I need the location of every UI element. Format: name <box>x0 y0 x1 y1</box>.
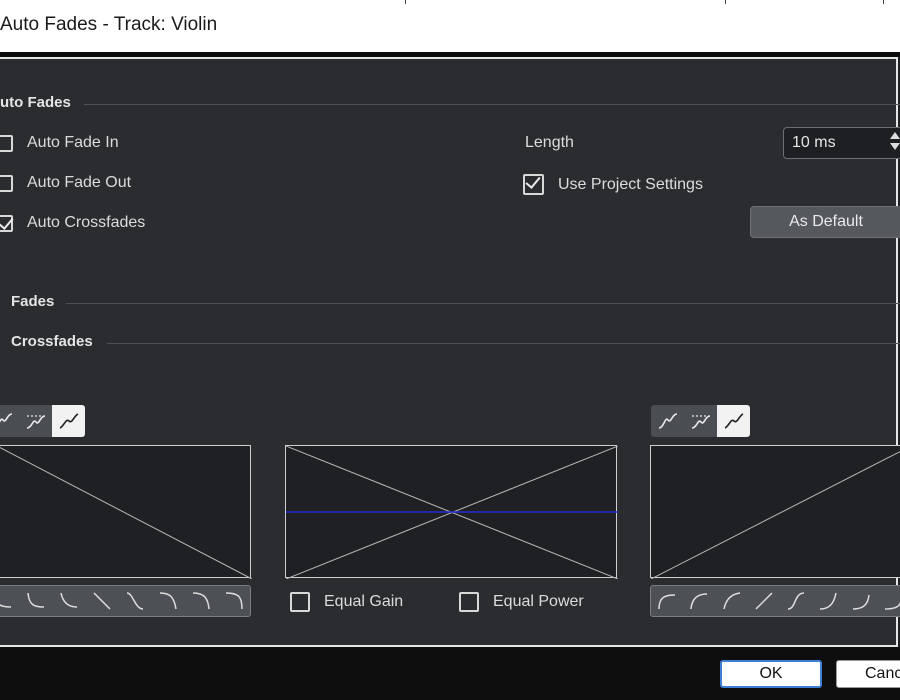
auto-fade-out-option[interactable]: Auto Fade Out <box>0 174 131 192</box>
crossfades-heading[interactable]: Crossfades <box>11 333 93 350</box>
auto-fade-out-checkbox[interactable] <box>0 174 13 192</box>
auto-crossfades-checkbox[interactable] <box>0 214 13 232</box>
ok-button[interactable]: OK <box>720 660 822 688</box>
damped-spline-icon[interactable] <box>684 405 717 437</box>
use-project-settings-label: Use Project Settings <box>558 175 703 193</box>
auto-fades-heading: uto Fades <box>0 94 71 111</box>
curve-preset-icon[interactable] <box>151 586 184 616</box>
curve-preset-icon[interactable] <box>184 586 217 616</box>
curve-preset-icon[interactable] <box>20 586 53 616</box>
curve-preset-icon[interactable] <box>812 586 844 616</box>
curve-preset-icon[interactable] <box>86 586 119 616</box>
section-divider <box>107 343 900 344</box>
fade-out-curve-type-toggle[interactable] <box>651 405 750 437</box>
cancel-button[interactable]: Canc <box>836 660 900 688</box>
auto-crossfades-option[interactable]: Auto Crossfades <box>0 214 145 232</box>
fade-in-presets[interactable] <box>0 585 251 617</box>
fade-in-curve-graph[interactable] <box>0 445 252 579</box>
use-project-settings-option[interactable]: Use Project Settings <box>523 174 703 195</box>
equal-power-option[interactable]: Equal Power <box>459 592 584 612</box>
auto-crossfades-label: Auto Crossfades <box>27 214 146 231</box>
linear-curve-icon[interactable] <box>52 405 85 437</box>
curve-preset-icon[interactable] <box>780 586 812 616</box>
window-title: Auto Fades - Track: Violin <box>0 14 218 35</box>
curve-preset-icon[interactable] <box>119 586 152 616</box>
equal-power-label: Equal Power <box>493 593 584 610</box>
auto-fade-in-checkbox[interactable] <box>0 134 13 152</box>
curve-preset-icon[interactable] <box>748 586 780 616</box>
fade-out-curve-graph[interactable] <box>650 445 900 579</box>
curve-preset-icon[interactable] <box>0 586 20 616</box>
title-divider <box>725 0 726 4</box>
curve-preset-icon[interactable] <box>877 586 900 616</box>
equal-gain-label: Equal Gain <box>324 593 404 610</box>
damped-spline-icon[interactable] <box>19 405 52 437</box>
curve-preset-icon[interactable] <box>683 586 715 616</box>
equal-gain-option[interactable]: Equal Gain <box>290 592 403 612</box>
length-spinbox[interactable]: 10 ms <box>783 127 900 159</box>
curve-preset-icon[interactable] <box>53 586 86 616</box>
use-project-settings-checkbox[interactable] <box>523 174 544 195</box>
title-divider <box>883 0 884 4</box>
as-default-button[interactable]: As Default <box>750 206 900 238</box>
auto-fade-in-option[interactable]: Auto Fade In <box>0 134 119 152</box>
spin-arrows-icon[interactable] <box>890 132 900 154</box>
curve-preset-icon[interactable] <box>845 586 877 616</box>
curve-preset-icon[interactable] <box>651 586 683 616</box>
length-label: Length <box>525 134 574 151</box>
fades-heading[interactable]: Fades <box>11 293 54 310</box>
curve-preset-icon[interactable] <box>716 586 748 616</box>
title-bar: Auto Fades - Track: Violin <box>0 0 900 52</box>
linear-curve-icon[interactable] <box>717 405 750 437</box>
equal-gain-checkbox[interactable] <box>290 592 310 612</box>
length-value: 10 ms <box>792 134 836 151</box>
auto-fade-out-label: Auto Fade Out <box>27 174 132 191</box>
section-divider <box>66 303 900 304</box>
crossfade-curve-graph[interactable] <box>285 445 618 579</box>
equal-power-checkbox[interactable] <box>459 592 479 612</box>
spline-curve-icon[interactable] <box>0 405 19 437</box>
fade-in-curve-type-toggle[interactable] <box>0 405 85 437</box>
section-divider <box>84 104 900 105</box>
title-divider <box>405 0 406 4</box>
spline-curve-icon[interactable] <box>651 405 684 437</box>
curve-preset-icon[interactable] <box>217 586 250 616</box>
auto-fade-in-label: Auto Fade In <box>27 134 119 151</box>
fade-out-presets[interactable] <box>650 585 900 617</box>
